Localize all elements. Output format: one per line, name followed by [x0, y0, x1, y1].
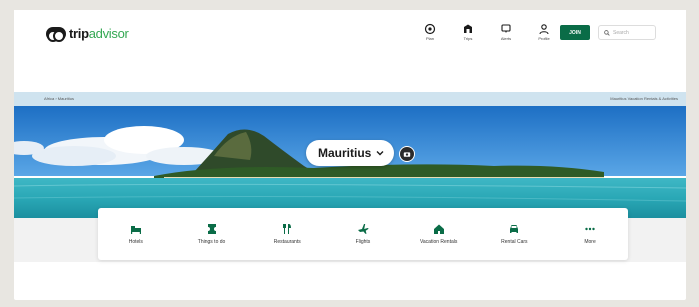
join-button[interactable]: JOIN — [560, 25, 590, 40]
browser-page: tripadvisor Plan Trips Alerts Profile JO… — [14, 10, 686, 300]
alerts-icon — [501, 24, 511, 33]
profile-icon — [539, 24, 549, 35]
chevron-down-icon — [376, 151, 384, 156]
house-icon — [433, 224, 444, 234]
location-selector[interactable]: Mauritius — [306, 140, 395, 166]
car-icon — [510, 225, 519, 233]
logo-text: tripadvisor — [69, 26, 129, 41]
search-input[interactable]: Search — [598, 25, 656, 40]
nav-alerts[interactable]: Alerts — [496, 23, 516, 41]
fork-knife-icon — [283, 224, 292, 234]
nav-plan[interactable]: Plan — [420, 23, 440, 41]
trips-icon — [464, 24, 472, 33]
header-nav: Plan Trips Alerts Profile — [420, 23, 554, 41]
tripadvisor-logo[interactable]: tripadvisor — [46, 26, 129, 42]
bed-icon — [130, 226, 141, 234]
nav-profile[interactable]: Profile — [534, 23, 554, 41]
category-things-to-do[interactable]: Things to do — [182, 223, 242, 245]
category-restaurants[interactable]: Restaurants — [257, 223, 317, 245]
location-name: Mauritius — [318, 146, 372, 160]
plan-icon — [424, 23, 436, 35]
category-rental-cars[interactable]: Rental Cars — [484, 223, 544, 245]
category-more[interactable]: More — [560, 223, 620, 245]
more-icon — [585, 227, 595, 231]
search-placeholder: Search — [613, 29, 629, 36]
category-flights[interactable]: Flights — [333, 223, 393, 245]
owl-logo-icon — [46, 26, 66, 42]
category-hotels[interactable]: Hotels — [106, 223, 166, 245]
photo-gallery-button[interactable] — [399, 146, 415, 162]
camera-icon — [403, 152, 411, 157]
breadcrumb-bar: Africa › Mauritius Mauritius Vacation Re… — [14, 92, 686, 106]
ticket-icon — [207, 224, 216, 234]
breadcrumb-right-link[interactable]: Mauritius Vacation Rentals & Activities — [610, 96, 678, 101]
plane-icon — [357, 224, 369, 234]
category-vacation-rentals[interactable]: Vacation Rentals — [409, 223, 469, 245]
nav-trips[interactable]: Trips — [458, 23, 478, 41]
breadcrumb[interactable]: Africa › Mauritius — [44, 96, 74, 101]
category-bar: Hotels Things to do Restaurants Flights … — [98, 208, 628, 260]
search-icon — [604, 29, 610, 36]
